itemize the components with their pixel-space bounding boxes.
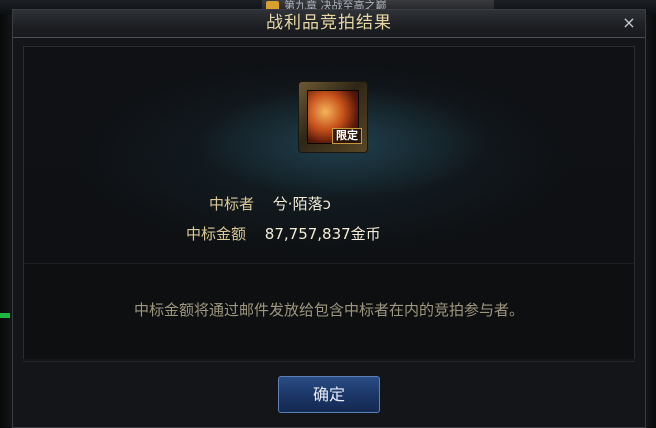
notice-text: 中标金额将通过邮件发放给包含中标者在内的竞拍参与者。 [133,301,524,319]
auction-result-dialog: 战利品竞拍结果 × 限定 中标者 兮·陌落ɔ 中标金额 87,757,837金币… [12,9,646,428]
amount-label: 中标金额 [186,225,247,243]
winner-row: 中标者 兮·陌落ɔ [209,193,331,215]
amount-value: 87,757,837金币 [264,225,381,243]
dialog-title: 战利品竞拍结果 [266,13,392,33]
status-indicator [0,313,10,318]
close-icon[interactable]: × [619,13,639,33]
background-right-panel [646,14,656,428]
limited-badge: 限定 [332,128,362,144]
winner-name: 兮·陌落ɔ [272,195,331,213]
item-slot[interactable]: 限定 [298,81,368,153]
winner-label: 中标者 [209,195,255,213]
background-left-panel [0,14,12,428]
amount-row: 中标金额 87,757,837金币 [186,223,381,245]
game-screen: 第九章 决战至高之巅 战利品竞拍结果 × 限定 中标者 兮·陌落ɔ 中标金额 8… [0,0,656,428]
confirm-button[interactable]: 确定 [278,376,380,413]
result-panel: 限定 中标者 兮·陌落ɔ 中标金额 87,757,837金币 中标金额将通过邮件… [23,46,635,359]
divider [23,361,635,362]
